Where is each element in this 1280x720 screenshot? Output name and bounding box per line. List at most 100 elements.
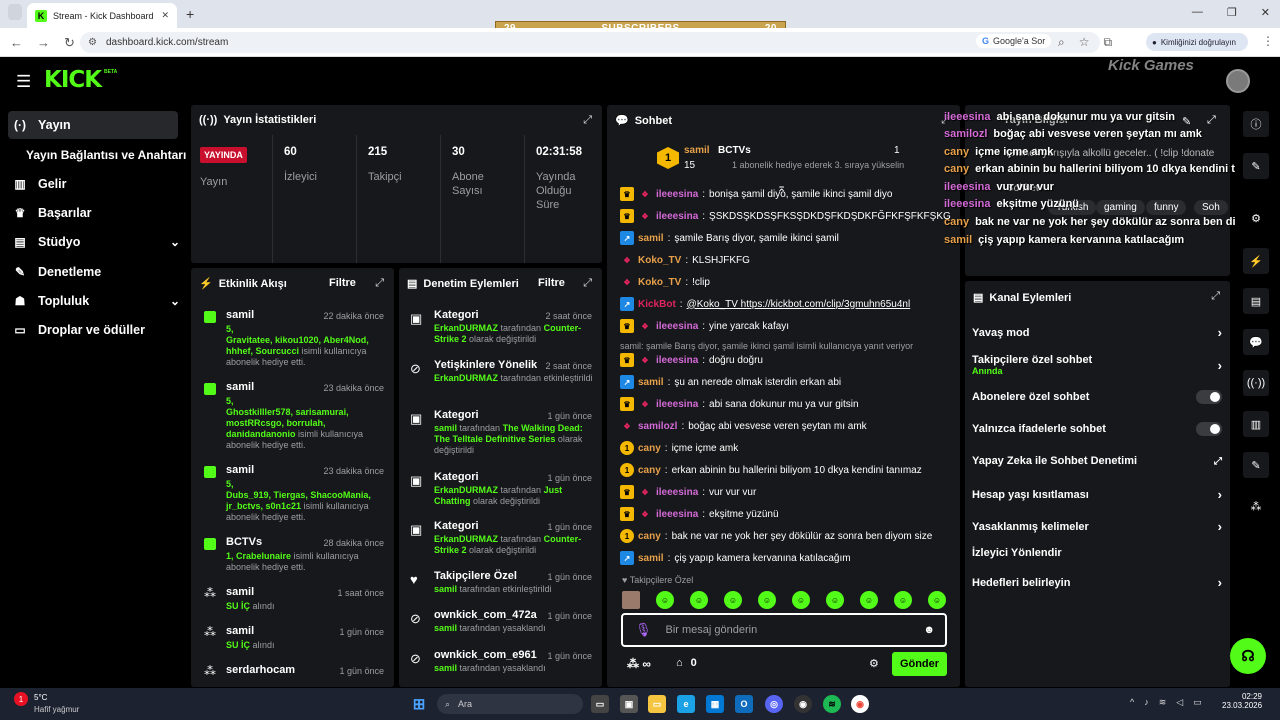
task-view-icon[interactable]: ▭ [591,695,609,713]
close-window-icon[interactable]: ✕ [1261,6,1270,19]
new-tab-button[interactable]: + [186,6,194,22]
wrench-icon[interactable]: ✎ [1243,452,1269,478]
chat-message[interactable]: ♛ ❖ ileeesina: vur vur vur [620,485,950,499]
action-account-age[interactable]: Hesap yaşı kısıtlaması › [972,487,1222,502]
bookmark-star-icon[interactable]: ☆ [1079,35,1090,50]
send-button[interactable]: Gönder [892,652,947,676]
verify-identity-button[interactable]: ● Kimliğinizi doğrulayın [1146,33,1248,51]
outlook-icon[interactable]: O [735,695,753,713]
forward-icon[interactable]: → [37,35,50,51]
help-chat-button[interactable]: ☊ [1230,638,1266,674]
points-display[interactable]: ⌂ 0 [676,657,697,669]
action-slow-mode[interactable]: Yavaş mod › [972,325,1222,340]
action-raid[interactable]: İzleyici Yönlendir [972,547,1222,559]
edit-icon[interactable]: ✎ [1182,115,1191,128]
emote-icon[interactable]: ☺ [860,591,878,609]
taskbar-search[interactable]: ⌕ Ara [437,694,583,714]
sidebar-item-topluluk[interactable]: ☗ Topluluk ⌄ [12,294,180,308]
action-followers-only[interactable]: Takipçilere özel sohbet Anında › [972,352,1222,378]
chat-username[interactable]: ileeesina [656,487,698,498]
chat-icon[interactable]: 💬 [1243,329,1269,355]
edge-icon[interactable]: e [677,695,695,713]
action-banned-words[interactable]: Yasaklanmış kelimeler › [972,519,1222,534]
chat-username[interactable]: samil [638,377,664,388]
sidebar-item-studyo[interactable]: ▤ Stüdyo ⌄ [12,235,180,249]
popout-icon[interactable]: ⤢ [1211,290,1220,303]
layers-icon[interactable]: ▥ [1243,411,1269,437]
chat-message[interactable]: samil: şamile Barış diyor, şamile ikinci… [620,340,950,351]
document-icon[interactable]: ▤ [1243,288,1269,314]
emote-only-toggle[interactable] [1196,422,1222,436]
weather-temp[interactable]: 5°C [34,693,47,702]
action-set-goals[interactable]: Hedefleri belirleyin › [972,575,1222,590]
chat-username[interactable]: KickBot [638,299,676,310]
broadcast-icon[interactable]: ((·)) [1243,370,1269,396]
emote-icon[interactable]: ☺ [826,591,844,609]
hamburger-menu-icon[interactable]: ☰ [16,72,31,92]
back-icon[interactable]: ← [10,35,23,51]
chat-username[interactable]: samil [638,233,664,244]
popout-icon[interactable]: ⤢ [583,277,592,290]
action-emote-only[interactable]: Yalnızca ifadelerle sohbet [972,422,1222,436]
chat-username[interactable]: ileeesina [656,189,698,200]
tag-gaming[interactable]: gaming [1096,200,1145,215]
user-avatar[interactable] [1226,69,1250,93]
chat-username[interactable]: cany [638,443,661,454]
points-icon[interactable]: ⁂ [1243,493,1269,519]
chat-message[interactable]: ♛ ❖ ileeesina: ŞSKDSŞKDSŞFKSŞDKDŞFKDŞDKFĞFK… [620,209,951,223]
sidebar-item-denetleme[interactable]: ✎ Denetleme [12,265,180,279]
sidebar-item-stream-key[interactable]: Yayın Bağlantısı ve Anahtarı [26,148,196,162]
chat-username[interactable]: ileeesina [656,509,698,520]
chat-message[interactable]: ❖ Koko_TV: !clip [620,275,950,289]
chevron-up-icon[interactable]: ^ [1130,697,1134,708]
moderation-filter-button[interactable]: Filtre [538,277,565,289]
maximize-icon[interactable]: ❐ [1227,6,1237,19]
sidebar-item-droplar[interactable]: ▭ Droplar ve ödüller [12,323,180,337]
discord-icon[interactable]: ◎ [765,695,783,713]
chat-message[interactable]: 1 cany: bak ne var ne yok her şey dökülür … [620,529,950,543]
chat-username[interactable]: ileeesina [656,211,698,222]
chrome-icon[interactable]: ◉ [851,695,869,713]
chat-username[interactable]: samilozl [638,421,677,432]
tag-funny[interactable]: funny [1146,200,1187,215]
windows-start-icon[interactable]: ⊞ [410,695,428,713]
emote-icon[interactable] [622,591,640,609]
browser-menu-icon[interactable]: ⋮ [1262,34,1274,48]
chat-message[interactable]: 1 cany: içme içme amk [620,441,950,455]
action-subs-only[interactable]: Abonelere özel sohbet [972,390,1222,404]
app-icon[interactable]: ▣ [620,695,638,713]
popout-icon[interactable]: ⤢ [375,277,384,290]
chat-message[interactable]: ↗ samil: şu an nerede olmak isterdin erkan… [620,375,950,389]
wifi-icon[interactable]: ≋ [1159,697,1167,708]
sidebar-item-basarilar[interactable]: ♛ Başarılar [12,206,180,220]
activity-filter-button[interactable]: Filtre [329,277,356,289]
points-infinite-icon[interactable]: ⁂ ∞ [627,657,651,671]
chat-message[interactable]: ♛ ❖ ileeesina: ekşitme yüzünü [620,507,950,521]
emote-icon[interactable]: ☺ [894,591,912,609]
emote-icon[interactable]: ☺ [690,591,708,609]
info-icon[interactable]: ⓘ [1243,111,1269,137]
chat-username[interactable]: Koko_TV [638,255,681,266]
chat-message[interactable]: 1 cany: erkan abinin bu hallerini biliyom … [620,463,950,477]
microphone-icon[interactable]: 🎙 [635,622,652,638]
chat-message[interactable]: ♛ ❖ ileeesina: doğru doğru [620,353,950,367]
emote-icon[interactable]: ☺ [928,591,946,609]
chat-message[interactable]: ↗ samil: şamile Barış diyor, şamile ikinci… [620,231,950,245]
emote-icon[interactable]: ☺ [792,591,810,609]
emote-icon[interactable]: ☺ [724,591,742,609]
chat-input-placeholder[interactable]: Bir mesaj gönderin [666,624,758,636]
store-icon[interactable]: ▦ [706,695,724,713]
chat-message[interactable]: ❖ samilozl: boğaç abi vesvese veren şeytan… [620,419,950,433]
chat-username[interactable]: ileeesina [656,321,698,332]
chat-username[interactable]: cany [638,465,661,476]
google-ask-button[interactable]: G Google'a Sor [976,34,1052,48]
file-explorer-icon[interactable]: ▭ [648,695,666,713]
emote-icon[interactable]: ☺ [758,591,776,609]
clock[interactable]: 02:29 23.03.2026 [1222,692,1262,710]
pencil-icon[interactable]: ✎ [1243,153,1269,179]
chat-username[interactable]: cany [638,531,661,542]
chat-username[interactable]: ileeesina [656,355,698,366]
close-tab-icon[interactable]: ✕ [161,10,169,21]
action-ai-moderation[interactable]: Yapay Zeka ile Sohbet Denetimi ⤢ [972,455,1222,467]
obs-icon[interactable]: ◉ [794,695,812,713]
